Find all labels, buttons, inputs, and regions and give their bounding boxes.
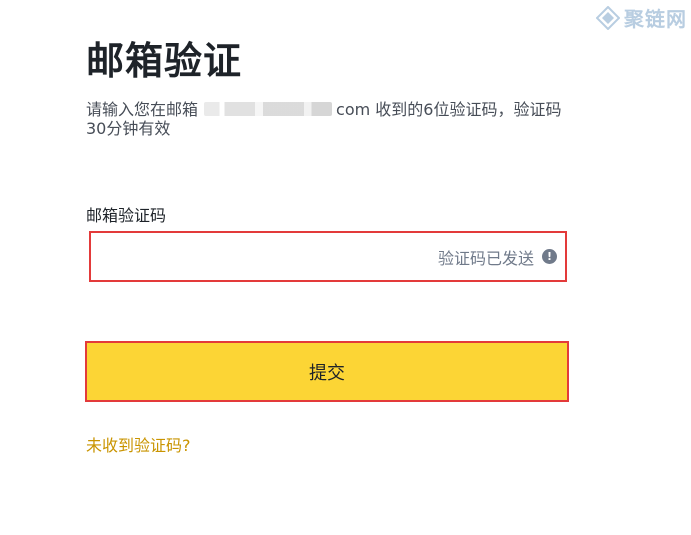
diamond-logo-icon [596,5,620,30]
code-sent-status: 验证码已发送 [437,248,534,268]
code-field-label: 邮箱验证码 [86,206,167,225]
submit-button[interactable]: 提交 [87,343,567,400]
page-title: 邮箱验证 [86,39,243,83]
watermark: 聚链网 [596,3,687,32]
email-suffix: com [336,100,371,119]
masked-email [204,102,333,116]
alert-circle-icon[interactable]: ! [542,249,557,264]
verification-code-input[interactable] [91,233,438,280]
submit-button-highlight: 提交 [85,341,569,402]
resend-code-link[interactable]: 未收到验证码? [86,432,191,456]
code-field-container: 验证码已发送 ! [89,231,567,282]
watermark-text: 聚链网 [624,7,687,31]
description-prefix: 请输入您在邮箱 [86,100,199,119]
verification-description: 请输入您在邮箱 com 收到的6位验证码，验证码30分钟有效 [86,100,566,138]
